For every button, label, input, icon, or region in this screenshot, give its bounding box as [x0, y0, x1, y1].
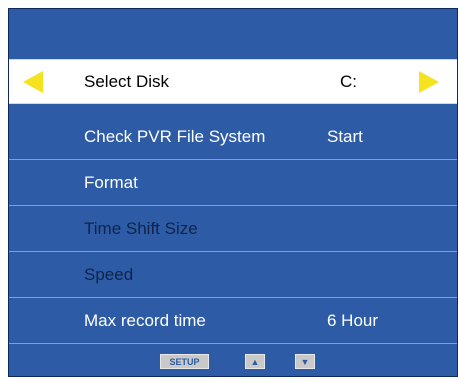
menu-item-label: Format	[84, 172, 138, 192]
menu-item-label: Check PVR File System	[84, 126, 266, 146]
triangle-right-icon[interactable]	[419, 70, 439, 93]
menu-item-check-pvr-file-system[interactable]: Check PVR File System Start	[9, 114, 457, 160]
menu-item-label: Max record time	[84, 310, 206, 330]
menu-item-format[interactable]: Format	[9, 160, 457, 206]
menu-item-label: Select Disk	[84, 71, 170, 91]
menu-item-max-record-time[interactable]: Max record time 6 Hour	[9, 298, 457, 344]
menu-item-speed: Speed	[9, 252, 457, 298]
key-hint-bar: SETUP ▲ ▼	[9, 345, 457, 376]
menu-item-value: 6 Hour	[327, 310, 379, 330]
triangle-left-icon[interactable]	[23, 70, 43, 93]
menu-item-select-disk[interactable]: Select Disk C:	[9, 59, 457, 104]
triangle-up-icon[interactable]: ▲	[245, 354, 265, 369]
setup-key-button[interactable]: SETUP	[160, 354, 209, 369]
triangle-down-icon[interactable]: ▼	[295, 354, 315, 369]
menu-item-label: Time Shift Size	[84, 218, 198, 238]
menu-header	[9, 9, 457, 59]
menu-item-time-shift-size: Time Shift Size	[9, 206, 457, 252]
setup-menu-panel: Select Disk C: Check PVR File System Sta…	[8, 8, 458, 377]
menu-item-label: Speed	[84, 264, 134, 284]
menu-item-value: Start	[327, 126, 363, 146]
menu-item-value: C:	[340, 71, 357, 91]
